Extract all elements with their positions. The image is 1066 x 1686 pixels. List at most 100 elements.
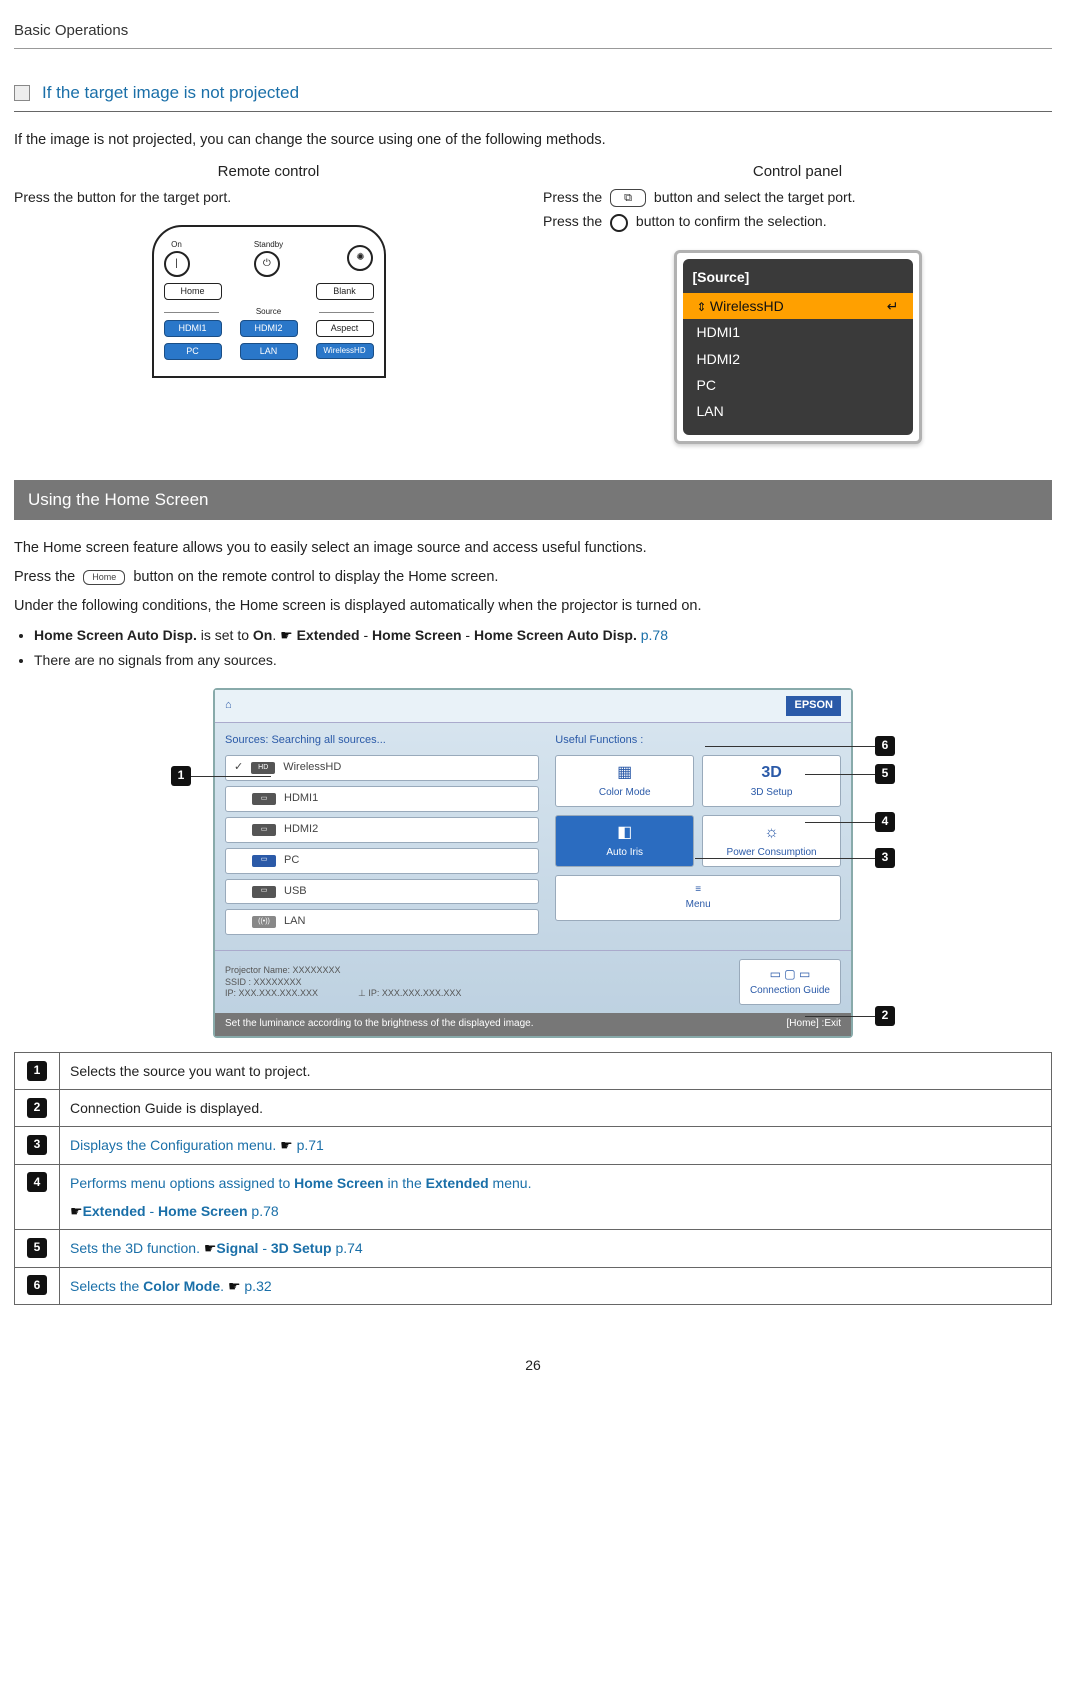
b1e: Extended bbox=[297, 627, 360, 643]
proj-name: Projector Name: XXXXXXXX bbox=[225, 965, 461, 977]
link-p74[interactable]: p.74 bbox=[335, 1240, 362, 1256]
src-label: PC bbox=[284, 853, 299, 869]
r5b: Signal bbox=[216, 1240, 258, 1256]
func-menu: ≡Menu bbox=[555, 875, 841, 921]
src-label: WirelessHD bbox=[283, 760, 341, 776]
checkbox-marker-icon bbox=[14, 85, 30, 101]
r5a: Sets the 3D function. bbox=[70, 1240, 204, 1256]
color-mode-icon: ▦ bbox=[617, 761, 632, 784]
row6-text: Selects the Color Mode. ☛ p.32 bbox=[60, 1267, 1052, 1304]
leader-5 bbox=[805, 774, 875, 775]
panel-line1b: button and select the target port. bbox=[654, 189, 856, 205]
remote-standby-label: Standby bbox=[254, 239, 283, 251]
b1b: is set to bbox=[197, 627, 253, 643]
control-panel-column: Control panel Press the ⧉ button and sel… bbox=[543, 161, 1052, 443]
link-p32[interactable]: p.32 bbox=[244, 1278, 271, 1294]
b1i: Home Screen Auto Disp. bbox=[474, 627, 637, 643]
bullet-list: Home Screen Auto Disp. is set to On. ☛ E… bbox=[14, 625, 1052, 670]
link-p78[interactable]: p.78 bbox=[251, 1203, 278, 1219]
r4g: - bbox=[146, 1203, 158, 1219]
func-label: 3D Setup bbox=[751, 786, 793, 801]
check-icon: ✓ bbox=[234, 760, 243, 776]
remote-on-label: On bbox=[164, 239, 190, 251]
remote-title: Remote control bbox=[14, 161, 523, 183]
row2-text: Connection Guide is displayed. bbox=[60, 1090, 1052, 1127]
num-3-icon: 3 bbox=[27, 1135, 47, 1155]
remote-hdmi2-button: HDMI2 bbox=[240, 320, 298, 337]
remote-instruction: Press the button for the target port. bbox=[14, 187, 523, 207]
subsection-heading: If the target image is not projected bbox=[14, 77, 1052, 113]
osd-item-lan: LAN bbox=[683, 398, 913, 424]
menu-icon: ≡ bbox=[695, 883, 701, 898]
table-row: 3 Displays the Configuration menu. ☛ p.7… bbox=[15, 1127, 1052, 1164]
remote-pc-button: PC bbox=[164, 343, 222, 360]
src-lan: ((•))LAN bbox=[225, 909, 539, 935]
r6c: . bbox=[220, 1278, 228, 1294]
r4f: Extended bbox=[83, 1203, 146, 1219]
func-label: Auto Iris bbox=[606, 846, 643, 861]
src-label: HDMI2 bbox=[284, 822, 318, 838]
num-6-icon: 6 bbox=[27, 1275, 47, 1295]
src-label: USB bbox=[284, 884, 307, 900]
home-p2b: button on the remote control to display … bbox=[133, 569, 498, 585]
row4-text: Performs menu options assigned to Home S… bbox=[60, 1164, 1052, 1230]
b1c: On bbox=[253, 627, 272, 643]
pointer-icon: ☛ bbox=[70, 1203, 83, 1219]
home-p2a: Press the bbox=[14, 569, 75, 585]
osd-item-label: WirelessHD bbox=[710, 298, 784, 314]
b1g: Home Screen bbox=[372, 627, 461, 643]
leader-1 bbox=[191, 776, 271, 777]
pointer-icon: ☛ bbox=[228, 1278, 244, 1294]
num-1-icon: 1 bbox=[27, 1061, 47, 1081]
section-bar: Using the Home Screen bbox=[14, 480, 1052, 521]
callout-4: 4 bbox=[875, 812, 895, 832]
epson-logo: EPSON bbox=[786, 696, 841, 716]
home-icon: ⌂ bbox=[225, 698, 232, 714]
remote-lan-button: LAN bbox=[240, 343, 298, 360]
osd-title: [Source] bbox=[683, 263, 913, 293]
osd-item-hdmi1: HDMI1 bbox=[683, 319, 913, 345]
home-p1: The Home screen feature allows you to ea… bbox=[14, 538, 1052, 559]
osd-item-pc: PC bbox=[683, 372, 913, 398]
r4a: Performs menu options assigned to bbox=[70, 1175, 294, 1191]
home-screen-figure: 1 6 5 4 3 2 ⌂ EPSON Sources: Searching a… bbox=[213, 688, 853, 1038]
r5d: 3D Setup bbox=[271, 1240, 332, 1256]
callout-6: 6 bbox=[875, 736, 895, 756]
callout-3: 3 bbox=[875, 848, 895, 868]
r4c: in the bbox=[384, 1175, 426, 1191]
table-row: 6 Selects the Color Mode. ☛ p.32 bbox=[15, 1267, 1052, 1304]
remote-home-button: Home bbox=[164, 283, 222, 300]
updown-arrows-icon: ⇕ bbox=[697, 300, 710, 314]
callout-5: 5 bbox=[875, 764, 895, 784]
table-row: 1 Selects the source you want to project… bbox=[15, 1052, 1052, 1089]
bullet-1: Home Screen Auto Disp. is set to On. ☛ E… bbox=[34, 625, 1052, 645]
proj-ip2: ⊥ IP: XXX.XXX.XXX.XXX bbox=[358, 988, 461, 1000]
r6b: Color Mode bbox=[143, 1278, 220, 1294]
callout-1: 1 bbox=[171, 766, 191, 786]
func-label: Menu bbox=[686, 898, 711, 913]
r3a: Displays the Configuration menu. bbox=[70, 1137, 280, 1153]
plug-icon: ▭ bbox=[252, 793, 276, 805]
leader-6 bbox=[705, 746, 875, 747]
panel-line-2: Press the button to confirm the selectio… bbox=[543, 211, 1052, 231]
enter-return-icon: ↵ bbox=[887, 296, 899, 316]
home-key-icon: Home bbox=[83, 570, 125, 585]
plug-icon: ▭ bbox=[252, 886, 276, 898]
sun-icon: ☼ bbox=[764, 821, 779, 844]
src-pc: ▭PC bbox=[225, 848, 539, 874]
sources-label: Sources: Searching all sources... bbox=[225, 733, 539, 749]
leader-4 bbox=[805, 822, 875, 823]
r5c: - bbox=[258, 1240, 270, 1256]
table-row: 2 Connection Guide is displayed. bbox=[15, 1090, 1052, 1127]
src-label: HDMI1 bbox=[284, 791, 318, 807]
table-row: 5 Sets the 3D function. ☛Signal - 3D Set… bbox=[15, 1230, 1052, 1267]
remote-aspect-button: Aspect bbox=[316, 320, 374, 337]
page-number: 26 bbox=[14, 1355, 1052, 1375]
remote-blank-button: Blank bbox=[316, 283, 374, 300]
row1-text: Selects the source you want to project. bbox=[60, 1052, 1052, 1089]
link-p71[interactable]: p.71 bbox=[297, 1137, 324, 1153]
osd-source-menu: [Source] ⇕ WirelessHD ↵ HDMI1 HDMI2 PC L… bbox=[674, 250, 922, 444]
link-p78[interactable]: p.78 bbox=[641, 627, 668, 643]
panel-line2a: Press the bbox=[543, 213, 602, 229]
osd-item-wirelesshd: ⇕ WirelessHD ↵ bbox=[683, 293, 913, 319]
